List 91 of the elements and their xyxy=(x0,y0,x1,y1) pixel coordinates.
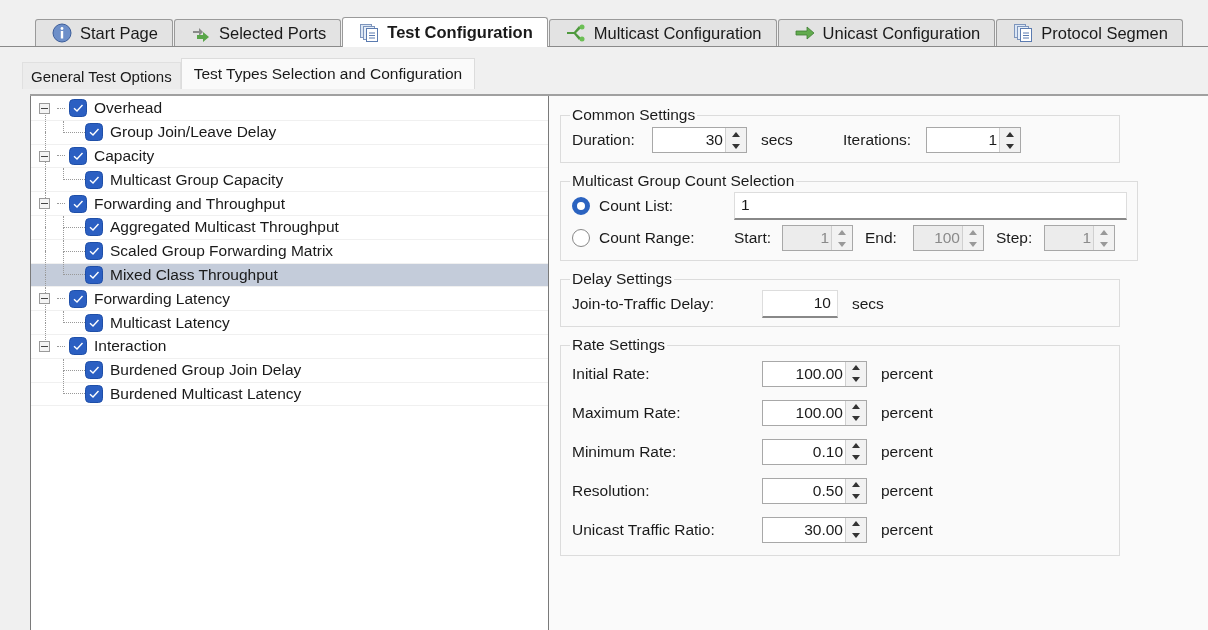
number-spinner[interactable]: 100.00 xyxy=(762,360,867,387)
tab[interactable]: Test Configuration xyxy=(342,17,548,47)
radio-button[interactable] xyxy=(572,197,590,215)
tab[interactable]: Unicast Configuration xyxy=(777,19,996,46)
number-spinner[interactable]: 30 xyxy=(652,127,747,153)
tree-item-label: Multicast Latency xyxy=(110,313,230,332)
checkbox[interactable] xyxy=(69,99,87,118)
field-label: Duration: xyxy=(572,131,636,149)
tree-row[interactable]: Group Join/Leave Delay xyxy=(31,120,548,145)
tree-item-label: Burdened Multicast Latency xyxy=(110,384,302,403)
field-label: Resolution: xyxy=(572,481,651,500)
field-label: Iterations: xyxy=(843,131,913,149)
unit-label: percent xyxy=(880,520,933,539)
tree-item-label: Mixed Class Throughput xyxy=(110,265,278,284)
unit-label: percent xyxy=(880,364,933,383)
pages-icon xyxy=(1013,23,1034,43)
field-label: Minimum Rate: xyxy=(572,442,678,461)
tree-row[interactable]: Burdened Multicast Latency xyxy=(31,382,548,407)
checkbox[interactable] xyxy=(85,265,103,284)
field-label: Maximum Rate: xyxy=(572,403,682,422)
pages-icon xyxy=(359,22,380,43)
tree-row[interactable]: Forwarding and Throughput xyxy=(31,192,548,216)
group-title: Common Settings xyxy=(571,106,697,124)
tree-row[interactable]: Burdened Group Join Delay xyxy=(31,358,548,383)
number-spinner[interactable]: 100.00 xyxy=(762,399,867,426)
collapse-icon[interactable] xyxy=(39,103,50,114)
checkbox[interactable] xyxy=(69,147,87,165)
tree-row[interactable]: Multicast Group Capacity xyxy=(31,168,548,193)
group-title: Delay Settings xyxy=(571,270,673,288)
tree-item-label: Group Join/Leave Delay xyxy=(110,123,277,142)
unit-label: secs xyxy=(851,295,884,313)
tree-row[interactable]: Forwarding Latency xyxy=(31,287,548,312)
tree-item-label: Interaction xyxy=(94,337,167,356)
number-spinner[interactable]: 0.50 xyxy=(762,477,867,504)
radio-label: Count List: xyxy=(599,197,675,215)
tab[interactable]: Selected Ports xyxy=(173,19,342,46)
checkbox[interactable] xyxy=(85,170,103,189)
checkbox[interactable] xyxy=(69,194,87,213)
checkbox[interactable] xyxy=(69,289,87,308)
info-icon xyxy=(52,23,72,43)
number-spinner[interactable]: 30.00 xyxy=(762,516,867,543)
tree-item-label: Aggregated Multicast Throughput xyxy=(110,218,339,237)
collapse-icon[interactable] xyxy=(39,293,50,305)
tree-item-label: Capacity xyxy=(94,147,155,165)
collapse-icon[interactable] xyxy=(39,150,50,162)
tab[interactable]: Multicast Configuration xyxy=(548,19,777,46)
field-label: Unicast Traffic Ratio: xyxy=(572,520,716,539)
count-list-field[interactable]: 1 xyxy=(734,192,1127,220)
tree-item-label: Multicast Group Capacity xyxy=(110,170,284,189)
field-label: Start: xyxy=(734,229,773,247)
radio-label: Count Range: xyxy=(599,229,696,247)
tab[interactable]: General Test Options xyxy=(22,62,181,89)
field-label: Join-to-Traffic Delay: xyxy=(572,295,716,313)
tree-item-label: Scaled Group Forwarding Matrix xyxy=(110,242,334,261)
group-title: Multicast Group Count Selection xyxy=(571,172,796,190)
checkbox[interactable] xyxy=(85,313,103,332)
checkbox[interactable] xyxy=(85,361,103,380)
collapse-icon[interactable] xyxy=(39,340,50,352)
tab[interactable]: Start Page xyxy=(35,19,173,46)
tree-item-label: Forwarding Latency xyxy=(94,289,231,308)
field-label: Initial Rate: xyxy=(572,364,651,383)
unit-label: percent xyxy=(880,442,933,461)
delay-field[interactable]: 10 xyxy=(762,290,838,318)
tree-row[interactable]: Overhead xyxy=(31,97,548,121)
checkbox[interactable] xyxy=(85,123,103,142)
tree-row[interactable]: Capacity xyxy=(31,144,548,169)
checkbox[interactable] xyxy=(85,218,103,237)
tree-item-label: Burdened Group Join Delay xyxy=(110,361,302,380)
tab[interactable]: Protocol Segmen xyxy=(996,19,1183,46)
branch-arrows-icon xyxy=(565,23,586,43)
unit-label: percent xyxy=(880,481,933,500)
number-spinner[interactable]: 0.10 xyxy=(762,438,867,465)
field-label: End: xyxy=(865,229,898,247)
field-label: Step: xyxy=(996,229,1034,247)
checkbox[interactable] xyxy=(85,384,103,403)
tree-item-label: Forwarding and Throughput xyxy=(94,194,285,213)
tree-row[interactable]: Scaled Group Forwarding Matrix xyxy=(31,239,548,264)
arrow-icon xyxy=(794,23,815,43)
collapse-icon[interactable] xyxy=(39,198,50,210)
tree-item-label: Overhead xyxy=(94,99,163,118)
tree-row[interactable]: Multicast Latency xyxy=(31,311,548,335)
number-spinner[interactable]: 1 xyxy=(926,127,1021,153)
group-title: Rate Settings xyxy=(571,336,667,354)
checkbox[interactable] xyxy=(85,242,103,261)
unit-label: percent xyxy=(880,403,933,422)
unit-label: secs xyxy=(760,131,794,149)
tab[interactable]: Test Types Selection and Configuration xyxy=(180,58,476,89)
tree-row[interactable]: Mixed Class Throughput xyxy=(31,263,548,288)
tree-row[interactable]: Aggregated Multicast Throughput xyxy=(31,216,548,240)
tree-row[interactable]: Interaction xyxy=(31,334,548,359)
checkbox[interactable] xyxy=(69,337,87,356)
